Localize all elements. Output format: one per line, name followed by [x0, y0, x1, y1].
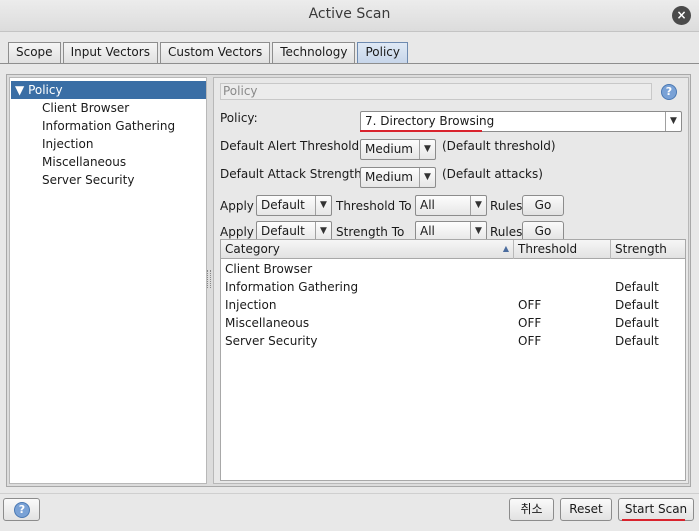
cell-strength[interactable] [611, 260, 685, 278]
expand-icon[interactable]: ▼ [15, 83, 24, 97]
tab-technology[interactable]: Technology [272, 42, 356, 63]
tab-custom-vectors[interactable]: Custom Vectors [159, 42, 271, 63]
tree-item-injection[interactable]: Injection [42, 135, 93, 153]
window-title: Active Scan [308, 6, 391, 22]
reset-button[interactable]: Reset [560, 498, 612, 521]
column-header-strength[interactable]: Strength [611, 240, 685, 259]
chevron-down-icon: ▼ [419, 140, 435, 159]
tab-scope[interactable]: Scope [8, 42, 61, 63]
strength-to-label: Strength To [336, 225, 405, 239]
alert-threshold-label: Default Alert Threshold: [220, 139, 364, 153]
apply-threshold-label: Apply [220, 199, 254, 213]
panel-header: Policy [220, 83, 652, 100]
sort-ascending-icon: ▲ [502, 244, 509, 253]
help-icon: ? [14, 502, 30, 518]
tree-root-label: Policy [28, 83, 63, 97]
chevron-down-icon: ▼ [315, 196, 331, 215]
policy-label: Policy: [220, 111, 258, 125]
cell-threshold[interactable]: OFF [514, 296, 611, 314]
threshold-rules-label: Rules [490, 199, 523, 213]
apply-strength-value: Default [261, 224, 305, 238]
highlight-underline-start-scan [622, 519, 685, 521]
cell-threshold[interactable] [514, 278, 611, 296]
tab-input-vectors[interactable]: Input Vectors [62, 42, 158, 63]
cell-category: Server Security [225, 334, 318, 348]
policy-panel: Policy ? Policy: 7. Directory Browsing ▼… [213, 77, 689, 484]
apply-strength-label: Apply [220, 225, 254, 239]
cell-category: Client Browser [225, 262, 313, 276]
tree-item-miscellaneous[interactable]: Miscellaneous [42, 153, 126, 171]
table-row[interactable]: Server Security OFF Default [221, 332, 685, 350]
tab-bar: Scope Input Vectors Custom Vectors Techn… [8, 42, 410, 63]
alert-threshold-select[interactable]: Medium ▼ [360, 139, 436, 160]
threshold-to-label: Threshold To [336, 199, 412, 213]
tree-item-server-security[interactable]: Server Security [42, 171, 134, 189]
alert-threshold-value: Medium [365, 142, 413, 156]
table-row[interactable]: Miscellaneous OFF Default [221, 314, 685, 332]
cell-strength[interactable]: Default [611, 278, 685, 296]
threshold-to-value: All [420, 198, 435, 212]
table-header: Category ▲ Threshold Strength [221, 240, 685, 259]
category-table: Category ▲ Threshold Strength Client Bro… [220, 239, 686, 481]
tree-item-information-gathering[interactable]: Information Gathering [42, 117, 175, 135]
cell-category: Miscellaneous [225, 316, 310, 330]
help-icon[interactable]: ? [661, 84, 677, 100]
attack-strength-select[interactable]: Medium ▼ [360, 167, 436, 188]
alert-threshold-hint: (Default threshold) [442, 139, 556, 153]
attack-strength-value: Medium [365, 170, 413, 184]
threshold-go-button[interactable]: Go [522, 195, 564, 216]
footer-divider [0, 493, 699, 494]
column-header-threshold[interactable]: Threshold [514, 240, 611, 259]
tree-item-policy[interactable]: ▼ Policy [11, 81, 206, 99]
chevron-down-icon: ▼ [419, 168, 435, 187]
apply-threshold-value: Default [261, 198, 305, 212]
help-button[interactable]: ? [3, 498, 40, 521]
cell-strength[interactable]: Default [611, 332, 685, 350]
cell-category: Injection [225, 298, 277, 312]
attack-strength-hint: (Default attacks) [442, 167, 543, 181]
tab-divider [0, 63, 699, 64]
attack-strength-label: Default Attack Strength: [220, 167, 366, 181]
cell-threshold[interactable] [514, 260, 611, 278]
title-bar: Active Scan × [0, 0, 699, 32]
split-pane-divider[interactable] [207, 270, 211, 288]
tab-policy[interactable]: Policy [357, 42, 408, 63]
table-row[interactable]: Injection OFF Default [221, 296, 685, 314]
table-row[interactable]: Information Gathering Default [221, 278, 685, 296]
highlight-underline-policy [360, 130, 482, 132]
strength-rules-label: Rules [490, 225, 523, 239]
table-row[interactable]: Client Browser [221, 260, 685, 278]
policy-tree: ▼ Policy Client Browser Information Gath… [9, 77, 207, 484]
strength-to-value: All [420, 224, 435, 238]
tree-item-client-browser[interactable]: Client Browser [42, 99, 129, 117]
apply-threshold-select[interactable]: Default ▼ [256, 195, 332, 216]
threshold-to-select[interactable]: All ▼ [415, 195, 487, 216]
start-scan-button[interactable]: Start Scan [618, 498, 694, 521]
column-header-category-label: Category [225, 242, 280, 256]
cell-category: Information Gathering [225, 280, 359, 294]
cell-strength[interactable]: Default [611, 314, 685, 332]
cell-threshold[interactable]: OFF [514, 314, 611, 332]
column-header-category[interactable]: Category ▲ [221, 240, 514, 259]
chevron-down-icon: ▼ [470, 196, 486, 215]
cancel-button[interactable]: 취소 [509, 498, 554, 521]
chevron-down-icon: ▼ [665, 112, 681, 131]
close-icon[interactable]: × [672, 6, 691, 25]
policy-select[interactable]: 7. Directory Browsing ▼ [360, 111, 682, 132]
policy-content: ▼ Policy Client Browser Information Gath… [6, 74, 691, 487]
cell-threshold[interactable]: OFF [514, 332, 611, 350]
policy-select-value: 7. Directory Browsing [365, 114, 495, 128]
cell-strength[interactable]: Default [611, 296, 685, 314]
